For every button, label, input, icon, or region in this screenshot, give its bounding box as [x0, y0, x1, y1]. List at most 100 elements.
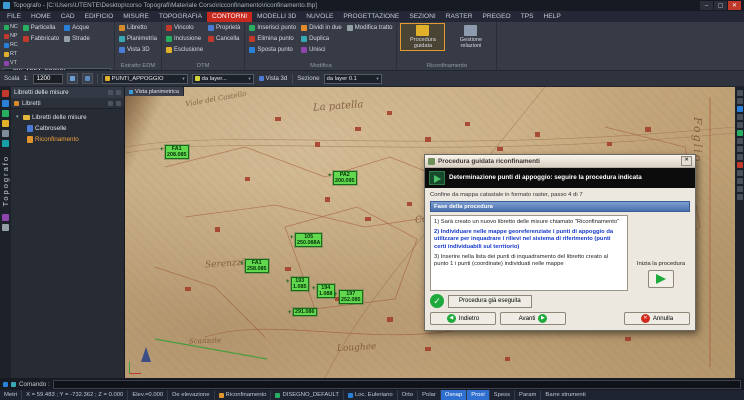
next-button[interactable]: Avanti ▶ [500, 312, 566, 325]
info-tool-icon[interactable] [2, 224, 9, 231]
menu-pregeo[interactable]: PREGEO [477, 12, 515, 22]
proprieta-button[interactable]: Proprietà [207, 23, 241, 33]
active-drawing[interactable]: DISEGNO_DEFAULT [271, 390, 344, 400]
tool-icon[interactable] [737, 146, 743, 152]
duplica-button[interactable]: Duplica [300, 34, 343, 44]
toggle-proxi[interactable]: Proxi [467, 390, 489, 400]
command-input[interactable] [53, 380, 741, 389]
unisci-button[interactable]: Unisci [300, 45, 343, 55]
settings-tool-icon[interactable] [2, 214, 9, 221]
tool-icon[interactable] [737, 186, 743, 192]
dialog-close-button[interactable]: ✕ [681, 156, 692, 166]
toggle-osnap[interactable]: Osnap [441, 390, 467, 400]
tool-icon[interactable] [737, 162, 743, 168]
esclusione-button[interactable]: Esclusione [165, 45, 204, 55]
acque-button[interactable]: Acque [63, 23, 91, 33]
menu-cad[interactable]: CAD [56, 12, 80, 22]
minimize-button[interactable]: – [700, 1, 713, 10]
menu-progettazione[interactable]: PROGETTAZIONE [338, 12, 404, 22]
tool-icon[interactable] [737, 138, 743, 144]
strade-button[interactable]: Strade [63, 34, 91, 44]
map-point-marker[interactable]: FA1 258.085 [245, 259, 269, 273]
map-point-marker[interactable]: 197 252.085 [339, 290, 363, 304]
sezione-combo[interactable]: da layer 0.1 ▾ [324, 74, 382, 84]
dividi-in-due-button[interactable]: Dividi in due [300, 23, 343, 33]
measure-tool-icon[interactable] [2, 120, 9, 127]
tool-icon[interactable] [737, 106, 743, 112]
cancel-button[interactable]: ✕ Annulla [624, 312, 690, 325]
map-point-marker[interactable]: FA1 208.085 [165, 145, 189, 159]
close-button[interactable]: ✕ [728, 1, 741, 10]
menu-tps[interactable]: TPS [516, 12, 539, 22]
location-mode[interactable]: Loc. Euleriano [344, 390, 398, 400]
pin-icon[interactable] [108, 90, 113, 95]
menu-topografia[interactable]: TOPOGRAFIA [154, 12, 207, 22]
elevation-mode[interactable]: De elevazione [168, 390, 214, 400]
tool-icon[interactable] [737, 98, 743, 104]
pregeo-rc-button[interactable]: RC [3, 41, 19, 49]
refresh-icon[interactable] [108, 101, 113, 106]
start-procedure-button[interactable] [648, 270, 674, 288]
layer-combo[interactable]: da layer... ▾ [192, 74, 254, 84]
maximize-button[interactable]: ▢ [714, 1, 727, 10]
tool-icon[interactable] [737, 178, 743, 184]
menu-help[interactable]: HELP [539, 12, 566, 22]
pregeo-nc-button[interactable]: NC [3, 23, 19, 31]
toggle-orto[interactable]: Orto [398, 390, 418, 400]
command-options-icon[interactable] [11, 382, 16, 387]
toolbars-menu[interactable]: Barre strumenti [541, 390, 744, 400]
tree-item-riconfinamento[interactable]: Riconfinamento [13, 134, 122, 144]
tree-root[interactable]: ▾ Libretti delle misure [13, 112, 122, 122]
menu-home[interactable]: HOME [26, 12, 56, 22]
vincolo-button[interactable]: Vincolo [165, 23, 204, 33]
menu-file[interactable]: FILE [2, 12, 26, 22]
punti-appoggio-combo[interactable]: PUNTI_APPOGGIO ▾ [102, 74, 188, 84]
menu-edificio[interactable]: EDIFICIO [80, 12, 119, 22]
menu-contorni[interactable]: CONTORNI [207, 12, 252, 22]
particella-button[interactable]: Particella [22, 23, 60, 33]
tool-icon[interactable] [737, 194, 743, 200]
menu-modelli3d[interactable]: MODELLI 3D [252, 12, 301, 22]
close-tool-icon[interactable] [2, 90, 9, 97]
planimetria-button[interactable]: Planimetria [118, 34, 158, 44]
menu-raster[interactable]: RASTER [441, 12, 478, 22]
modifica-tratto-button[interactable]: Modifica tratto [346, 23, 394, 33]
dialog-titlebar[interactable]: Procedura guidata riconfinamenti ✕ [425, 155, 695, 168]
tool-icon[interactable] [737, 130, 743, 136]
vista3d-button[interactable]: Vista 3D [118, 45, 158, 55]
map-point-marker[interactable]: PA2 200.095 [333, 171, 357, 185]
tree-item-calbroselle[interactable]: Calbroselle [13, 123, 122, 133]
zoom-out-button[interactable] [82, 73, 93, 84]
pregeo-rt-button[interactable]: RT [3, 50, 19, 58]
menu-misure[interactable]: MISURE [118, 12, 154, 22]
vista3d-toggle[interactable]: Vista 3d [258, 74, 289, 84]
libretto-button[interactable]: Libretto [118, 23, 158, 33]
grid-tool-icon[interactable] [2, 130, 9, 137]
command-history-icon[interactable] [3, 382, 8, 387]
toggle-param[interactable]: Param [515, 390, 541, 400]
pregeo-vt-button[interactable]: VT [3, 59, 19, 67]
add-icon[interactable] [116, 101, 121, 106]
tool-icon[interactable] [737, 170, 743, 176]
tool-icon[interactable] [737, 114, 743, 120]
select-tool-icon[interactable] [2, 110, 9, 117]
tool-icon[interactable] [737, 154, 743, 160]
toggle-spess[interactable]: Spess [490, 390, 515, 400]
procedura-guidata-button[interactable]: Procedura guidata [400, 23, 445, 51]
procedure-done-button[interactable]: Procedura già eseguita [448, 295, 532, 308]
inserisci-punto-button[interactable]: Inserisci punto [248, 23, 297, 33]
elimina-punto-button[interactable]: Elimina punto [248, 34, 297, 44]
menu-sezioni[interactable]: SEZIONI [404, 12, 440, 22]
fabbricato-button[interactable]: Fabbricato [22, 34, 60, 44]
pan-tool-icon[interactable] [2, 100, 9, 107]
active-libretto[interactable]: Riconfinamento [215, 390, 272, 400]
toggle-polar[interactable]: Polar [418, 390, 441, 400]
sposta-punto-button[interactable]: Sposta punto [248, 45, 297, 55]
map-point-marker[interactable]: 193 1.085 [291, 277, 309, 291]
scale-input[interactable]: 1200 [33, 74, 63, 84]
view-tab-planimetrica[interactable]: Vista planimetrica [125, 87, 184, 96]
back-button[interactable]: ◀ Indietro [430, 312, 496, 325]
tool-icon[interactable] [737, 90, 743, 96]
gestione-relazioni-button[interactable]: Gestione relazioni [448, 23, 493, 51]
map-point-marker[interactable]: 194 1.088 [317, 284, 335, 298]
